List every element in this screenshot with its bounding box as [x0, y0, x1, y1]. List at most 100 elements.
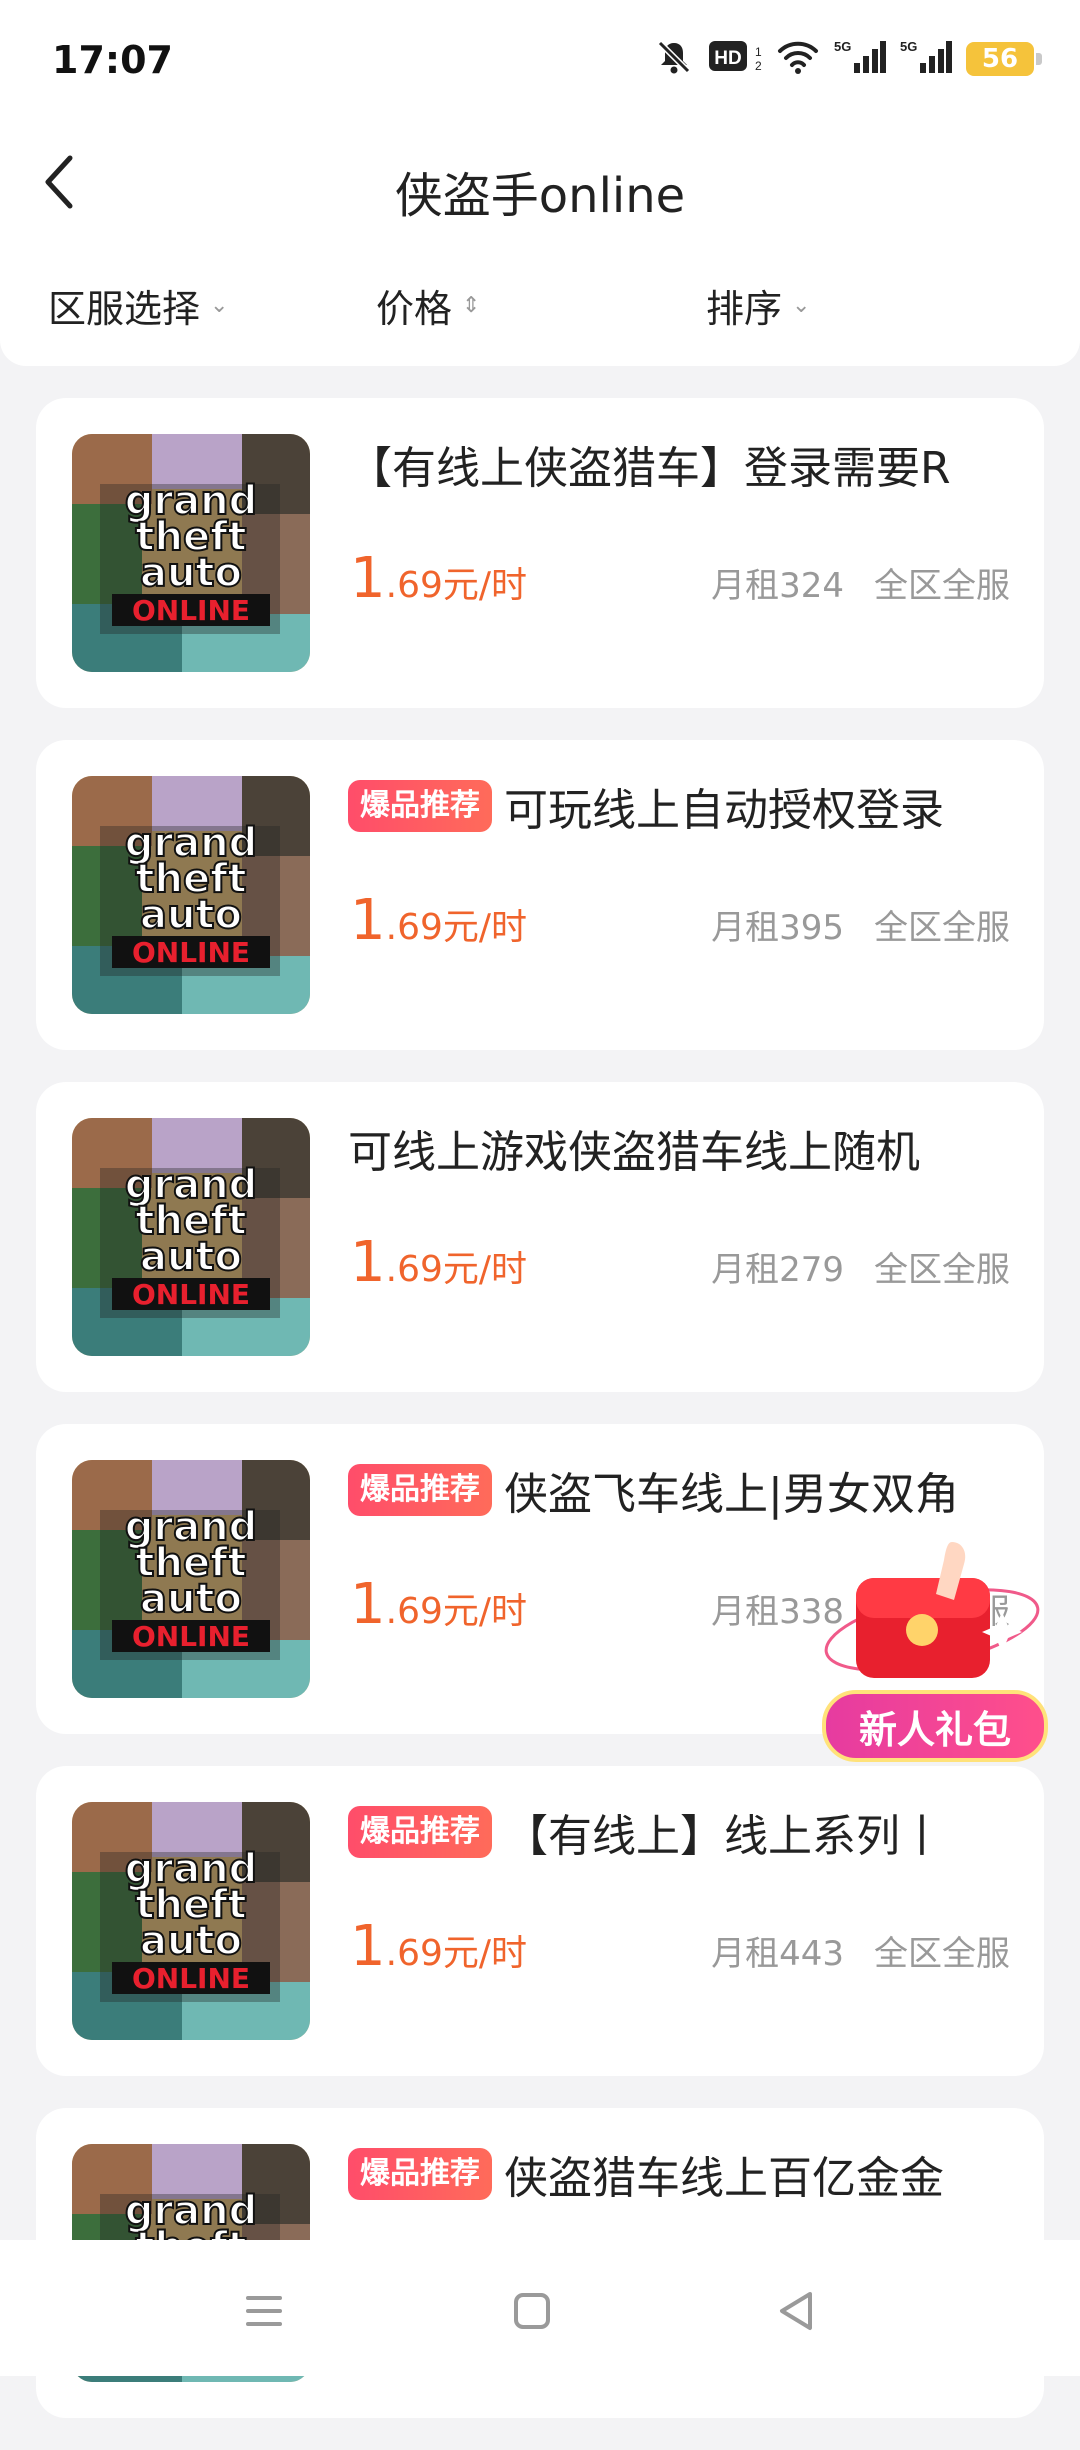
- price-int: 1: [350, 546, 386, 611]
- price-int: 1: [350, 1914, 386, 1979]
- svg-text:auto: auto: [140, 892, 242, 938]
- nav-menu-button[interactable]: [240, 2288, 288, 2334]
- gta-cover-image: grand theft auto ONLINE: [72, 1802, 310, 2040]
- listing-meta: 月租443 全区全服: [711, 1926, 1010, 1975]
- wifi-icon: [776, 37, 820, 81]
- listing-price: 1 .69元/时: [350, 1914, 527, 1979]
- listing-price: 1 .69元/时: [350, 1230, 527, 1295]
- hot-badge: 爆品推荐: [348, 1464, 492, 1516]
- nav-home-button[interactable]: [508, 2288, 556, 2334]
- sort-updown-icon: ⇕: [462, 293, 481, 318]
- monthly-rent: 月租324: [711, 566, 844, 606]
- signal-5g-icon: 5G: [834, 37, 886, 81]
- listing-meta: 月租324 全区全服: [711, 558, 1010, 607]
- game-cover: grand theft auto ONLINE: [72, 434, 310, 672]
- listing-title: 【有线上】线上系列丨: [504, 1811, 944, 1862]
- new-user-gift[interactable]: 新人礼包: [812, 1530, 1052, 1762]
- back-triangle-icon: [780, 2292, 812, 2330]
- listing-price: 1 .69元/时: [350, 888, 527, 953]
- filter-region[interactable]: 区服选择 ⌄: [48, 278, 228, 333]
- server-scope: 全区全服: [874, 908, 1010, 948]
- chevron-down-icon: ⌄: [792, 293, 811, 318]
- listing-title-row: 爆品推荐 可玩线上自动授权登录: [348, 774, 1028, 838]
- listing-card[interactable]: grand theft auto ONLINE 爆品推荐 【有线上】线上系列丨 …: [36, 1766, 1044, 2076]
- gift-label: 新人礼包: [822, 1690, 1048, 1762]
- monthly-rent: 月租443: [711, 1934, 844, 1974]
- listing-meta: 月租395 全区全服: [711, 900, 1010, 949]
- filter-price-label: 价格: [376, 287, 453, 331]
- svg-text:ONLINE: ONLINE: [132, 1962, 250, 1995]
- hot-badge: 爆品推荐: [348, 1806, 492, 1858]
- price-int: 1: [350, 1572, 386, 1637]
- page-header: 侠盗手online: [0, 130, 1080, 240]
- listing-price: 1 .69元/时: [350, 546, 527, 611]
- svg-text:ONLINE: ONLINE: [132, 1278, 250, 1311]
- price-rest: .69元/时: [385, 907, 528, 948]
- listing-title-row: 爆品推荐 侠盗飞车线上|男女双角: [348, 1458, 1028, 1522]
- listing-list: grand theft auto ONLINE 【有线上侠盗猎车】登录需要R 1…: [36, 398, 1044, 2450]
- svg-text:2: 2: [755, 59, 762, 73]
- listing-title: 可玩线上自动授权登录: [504, 785, 944, 836]
- monthly-rent: 月租279: [711, 1250, 844, 1290]
- server-scope: 全区全服: [874, 1934, 1010, 1974]
- hot-badge: 爆品推荐: [348, 2148, 492, 2200]
- hd-icon: HD 1 2: [708, 37, 762, 81]
- monthly-rent: 月租395: [711, 908, 844, 948]
- hd-label: HD: [714, 48, 741, 69]
- price-rest: .69元/时: [385, 1591, 528, 1632]
- listing-title-row: 可线上游戏侠盗猎车线上随机: [348, 1116, 1028, 1180]
- battery-icon: 56: [966, 42, 1042, 76]
- system-nav-bar: [0, 2240, 1080, 2376]
- listing-card[interactable]: grand theft auto ONLINE 爆品推荐 可玩线上自动授权登录 …: [36, 740, 1044, 1050]
- listing-card[interactable]: grand theft auto ONLINE 可线上游戏侠盗猎车线上随机 1 …: [36, 1082, 1044, 1392]
- svg-text:auto: auto: [140, 1234, 242, 1280]
- gta-cover-image: grand theft auto ONLINE: [72, 776, 310, 1014]
- price-int: 1: [350, 888, 386, 953]
- mute-bell-icon: [654, 37, 694, 81]
- listing-price: 1 .69元/时: [350, 1572, 527, 1637]
- listing-card[interactable]: grand theft auto ONLINE 【有线上侠盗猎车】登录需要R 1…: [36, 398, 1044, 708]
- nav-back-button[interactable]: [772, 2288, 820, 2334]
- svg-text:auto: auto: [140, 550, 242, 596]
- gta-cover-image: grand theft auto ONLINE: [72, 1118, 310, 1356]
- page-title: 侠盗手online: [394, 168, 686, 224]
- price-rest: .69元/时: [385, 1249, 528, 1290]
- gta-cover-image: grand theft auto ONLINE: [72, 434, 310, 672]
- signal-5g-icon: 5G: [900, 37, 952, 81]
- filter-sort[interactable]: 排序 ⌄: [706, 278, 810, 333]
- home-square-icon: [514, 2293, 550, 2329]
- listing-title-row: 爆品推荐 侠盗猎车线上百亿金金: [348, 2142, 1028, 2206]
- price-int: 1: [350, 1230, 386, 1295]
- menu-icon: [246, 2296, 282, 2326]
- svg-text:auto: auto: [140, 1576, 242, 1622]
- listing-title-row: 爆品推荐 【有线上】线上系列丨: [348, 1800, 1028, 1864]
- filter-price[interactable]: 价格 ⇕: [376, 278, 480, 333]
- top-panel: 17:07 HD 1 2 5G 5G 56 侠盗手online 区服选择 ⌄ 价…: [0, 0, 1080, 366]
- status-time: 17:07: [52, 38, 173, 82]
- listing-title: 【有线上侠盗猎车】登录需要R: [348, 443, 951, 494]
- svg-text:ONLINE: ONLINE: [132, 1620, 250, 1653]
- listing-title-row: 【有线上侠盗猎车】登录需要R: [348, 432, 1028, 496]
- server-scope: 全区全服: [874, 1250, 1010, 1290]
- status-bar: 17:07 HD 1 2 5G 5G 56: [0, 0, 1080, 118]
- hot-badge: 爆品推荐: [348, 780, 492, 832]
- listing-title: 侠盗飞车线上|男女双角: [504, 1469, 959, 1520]
- svg-text:ONLINE: ONLINE: [132, 594, 250, 627]
- signal-label-2: 5G: [900, 39, 917, 54]
- listing-title: 侠盗猎车线上百亿金金: [504, 2153, 944, 2204]
- signal-label-1: 5G: [834, 39, 851, 54]
- red-envelope-icon: [824, 1542, 1040, 1678]
- status-icons: HD 1 2 5G 5G 56: [654, 34, 1042, 84]
- filter-region-label: 区服选择: [48, 287, 201, 331]
- filter-sort-label: 排序: [706, 287, 783, 331]
- gta-cover-image: grand theft auto ONLINE: [72, 1460, 310, 1698]
- svg-text:auto: auto: [140, 1918, 242, 1964]
- battery-level: 56: [981, 44, 1019, 74]
- game-cover: grand theft auto ONLINE: [72, 1118, 310, 1356]
- game-cover: grand theft auto ONLINE: [72, 1460, 310, 1698]
- svg-text:ONLINE: ONLINE: [132, 936, 250, 969]
- filter-bar: 区服选择 ⌄ 价格 ⇕ 排序 ⌄: [0, 278, 1080, 344]
- server-scope: 全区全服: [874, 566, 1010, 606]
- listing-meta: 月租279 全区全服: [711, 1242, 1010, 1291]
- price-rest: .69元/时: [385, 565, 528, 606]
